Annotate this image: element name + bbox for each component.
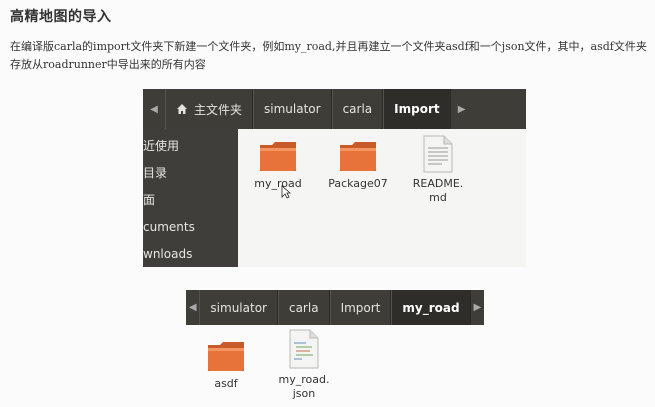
file-name: asdf bbox=[214, 377, 238, 390]
sidebar-item-documents[interactable]: cuments bbox=[143, 214, 238, 241]
file-item-package07[interactable]: Package07 bbox=[318, 139, 398, 191]
back-arrow-icon[interactable]: ◀ bbox=[143, 89, 165, 129]
home-icon bbox=[177, 104, 187, 114]
file-name: Package07 bbox=[328, 177, 388, 190]
file-grid: my_road Package07 README. md bbox=[238, 129, 526, 267]
sidebar: 近使用 目录 面 cuments wnloads bbox=[143, 129, 238, 267]
back-arrow-icon[interactable]: ◀ bbox=[186, 290, 199, 325]
breadcrumb-my-road[interactable]: my_road bbox=[391, 290, 471, 325]
sidebar-item-recent[interactable]: 近使用 bbox=[143, 133, 238, 160]
page-heading: 高精地图的导入 bbox=[10, 9, 112, 25]
file-name: README. md bbox=[412, 177, 464, 204]
file-manager-screenshot-1: ◀ 主文件夹 simulator carla Import ▶ 近使用 目录 面… bbox=[143, 89, 526, 267]
breadcrumb-simulator[interactable]: simulator bbox=[199, 290, 278, 325]
breadcrumb-carla[interactable]: carla bbox=[331, 89, 384, 129]
description-paragraph: 在编译版carla的import文件夹下新建一个文件夹，例如my_road,并且… bbox=[10, 40, 647, 71]
folder-icon bbox=[208, 342, 244, 371]
sidebar-item-downloads[interactable]: wnloads bbox=[143, 241, 238, 267]
file-item-my-road-json[interactable]: my_road. json bbox=[264, 329, 344, 401]
breadcrumb-home[interactable]: 主文件夹 bbox=[165, 89, 254, 129]
sidebar-item-home[interactable]: 目录 bbox=[143, 160, 238, 187]
breadcrumb-label: 主文件夹 bbox=[194, 102, 243, 117]
folder-icon bbox=[260, 142, 296, 171]
file-grid-2: asdf my_road. json bbox=[186, 325, 484, 407]
text-file-icon bbox=[423, 135, 453, 173]
mouse-cursor-icon bbox=[281, 185, 291, 199]
file-name: my_road. json bbox=[278, 373, 330, 400]
file-item-readme[interactable]: README. md bbox=[398, 135, 478, 205]
json-file-icon bbox=[289, 329, 319, 369]
breadcrumb-carla[interactable]: carla bbox=[277, 290, 330, 325]
forward-arrow-icon[interactable]: ▶ bbox=[471, 290, 484, 325]
file-name: my_road bbox=[254, 177, 302, 190]
folder-icon bbox=[340, 142, 376, 171]
breadcrumb-import[interactable]: Import bbox=[383, 89, 451, 129]
path-bar: ◀ 主文件夹 simulator carla Import ▶ bbox=[143, 89, 526, 129]
breadcrumb-simulator[interactable]: simulator bbox=[253, 89, 332, 129]
breadcrumb-import[interactable]: Import bbox=[329, 290, 392, 325]
file-item-asdf[interactable]: asdf bbox=[186, 339, 266, 391]
forward-arrow-icon[interactable]: ▶ bbox=[451, 89, 473, 129]
file-item-my-road[interactable]: my_road bbox=[238, 139, 318, 199]
path-bar-screenshot-2: ◀ simulator carla Import my_road ▶ bbox=[186, 290, 484, 325]
sidebar-item-desktop[interactable]: 面 bbox=[143, 187, 238, 214]
